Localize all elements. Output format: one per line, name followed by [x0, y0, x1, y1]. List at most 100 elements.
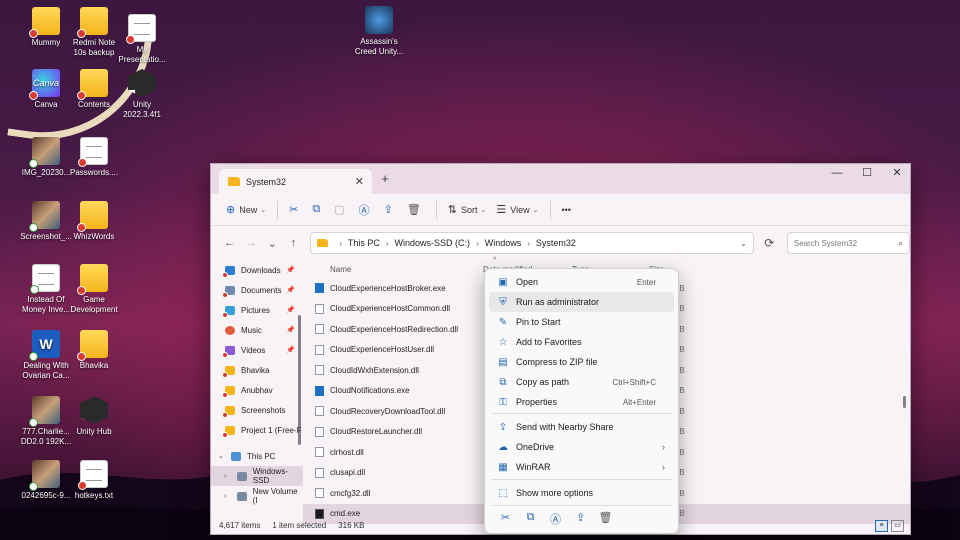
rename-icon[interactable]: Ⓐ	[543, 511, 568, 527]
sort-button[interactable]: ⇅ Sort ⌄	[443, 198, 492, 222]
copy-icon[interactable]: ⧉	[518, 511, 543, 527]
close-button[interactable]: ✕	[882, 164, 910, 184]
details-view-icon[interactable]: ≡	[875, 520, 888, 532]
nav-item-documents[interactable]: Documents 📌	[211, 280, 303, 300]
menu-item-compress-to-zip-file[interactable]: ▤ Compress to ZIP file	[489, 352, 674, 372]
forward-button[interactable]: →	[240, 237, 261, 249]
view-label: View	[510, 204, 530, 215]
back-button[interactable]: ←	[219, 237, 240, 249]
menu-icon: ☆	[498, 336, 508, 348]
breadcrumb-system32[interactable]: System32	[536, 238, 576, 248]
menu-item-open[interactable]: ▣ Open Enter	[489, 272, 674, 292]
search-input[interactable]: Search System32 ⌕	[786, 232, 910, 254]
folder-icon	[228, 177, 240, 186]
desktop-icon[interactable]: Bhavika	[61, 330, 127, 371]
file-name: CloudExperienceHostCommon.dll	[330, 304, 451, 314]
file-name: CloudExperienceHostRedirection.dll	[330, 324, 459, 334]
nav-item-project-1-free-f[interactable]: Project 1 (Free-F	[211, 420, 303, 440]
menu-item-send-with-nearby-share[interactable]: ⇪ Send with Nearby Share	[489, 417, 674, 437]
menu-item-copy-as-path[interactable]: ⧉ Copy as path Ctrl+Shift+C	[489, 372, 674, 392]
paste-button[interactable]: ▢	[329, 198, 353, 222]
desktop-icon[interactable]: Assassin's Creed Unity...	[346, 6, 412, 57]
copy-button[interactable]: ⧉	[307, 198, 329, 222]
share-button[interactable]: ⇪	[379, 198, 402, 222]
rename-button[interactable]: Ⓐ	[354, 198, 379, 222]
menu-item-run-as-administrator[interactable]: ⛨ Run as administrator	[489, 292, 674, 312]
maximize-button[interactable]: ☐	[852, 164, 882, 184]
nav-item-pictures[interactable]: Pictures 📌	[211, 300, 303, 320]
column-name[interactable]: Name	[330, 265, 351, 274]
chevron-down-icon[interactable]: ⌄	[218, 452, 224, 460]
chevron-right-icon: ›	[662, 462, 665, 472]
rename-icon: Ⓐ	[358, 204, 370, 217]
word-icon: W	[29, 330, 60, 361]
breadcrumb-windows-ssd[interactable]: Windows-SSD (C:)	[395, 238, 471, 248]
chevron-right-icon[interactable]: ›	[224, 473, 226, 480]
folder-icon	[29, 7, 60, 38]
breadcrumb-this-pc[interactable]: This PC	[348, 238, 380, 248]
menu-item-show-more-options[interactable]: ⬚ Show more options	[489, 483, 674, 503]
cut-button[interactable]: ✂	[284, 198, 307, 222]
menu-item-pin-to-start[interactable]: ✎ Pin to Start	[489, 312, 674, 332]
desktop-icon[interactable]: Passwords....	[61, 137, 127, 178]
nav-item-music[interactable]: Music 📌	[211, 320, 303, 340]
nav-item-bhavika[interactable]: Bhavika	[211, 360, 303, 380]
breadcrumb-windows[interactable]: Windows	[485, 238, 522, 248]
nav-item-windows-ssd[interactable]: › Windows-SSD	[211, 466, 303, 486]
nav-item-videos[interactable]: Videos 📌	[211, 340, 303, 360]
desktop-icon[interactable]: WhizWords	[61, 201, 127, 242]
menu-item-winrar[interactable]: ▦ WinRAR ›	[489, 457, 674, 477]
desktop-icon-label: Unity 2022.3.4f1	[123, 100, 161, 119]
clipboard-icon: ▢	[334, 204, 345, 216]
photo-icon	[29, 201, 60, 232]
cut-icon[interactable]: ✂	[493, 511, 518, 527]
desktop-icon[interactable]: Unity Hub	[61, 396, 127, 437]
address-bar[interactable]: › This PC › Windows-SSD (C:) › Windows ›…	[310, 232, 754, 254]
desktop-icon[interactable]: Game Development	[61, 264, 127, 315]
chevron-down-icon[interactable]: ⌄	[740, 239, 747, 248]
pin-icon: 📌	[286, 287, 295, 294]
trash-icon: 🗑	[406, 204, 421, 216]
trash-icon[interactable]: 🗑	[593, 511, 618, 527]
menu-shortcut: Ctrl+Shift+C	[612, 377, 656, 387]
nav-item-this-pc[interactable]: ⌄ This PC	[211, 446, 303, 466]
nav-item-downloads[interactable]: Downloads 📌	[211, 260, 303, 280]
more-options-button[interactable]: •••	[557, 198, 576, 222]
up-button[interactable]: ↑	[283, 237, 304, 249]
dll-file-icon	[315, 447, 324, 458]
sync-error-icon	[222, 371, 228, 378]
view-button[interactable]: ☰ View ⌄	[491, 198, 543, 222]
new-button[interactable]: ⊕ New ⌄	[221, 198, 271, 222]
minimize-button[interactable]: —	[822, 164, 852, 184]
fold-icon	[222, 425, 235, 438]
tab-close-icon[interactable]: ✕	[355, 175, 364, 188]
desktop-icon-label: My Presentatio...	[118, 45, 166, 64]
desktop-icon[interactable]: My Presentatio...	[109, 14, 175, 65]
nav-item-new-volume-i[interactable]: › New Volume (I	[211, 486, 303, 506]
menu-icon: ▣	[498, 276, 508, 288]
menu-item-properties[interactable]: ⚿ Properties Alt+Enter	[489, 392, 674, 412]
delete-button[interactable]: 🗑	[402, 198, 430, 222]
tab-system32[interactable]: System32 ✕	[219, 169, 372, 194]
sync-error-icon	[222, 311, 228, 318]
desktop-icon[interactable]: Unity 2022.3.4f1	[109, 69, 175, 120]
chevron-right-icon: ›	[385, 238, 389, 248]
nav-item-anubhav[interactable]: Anubhav	[211, 380, 303, 400]
file-scrollbar[interactable]	[903, 396, 906, 408]
refresh-button[interactable]: ⟳	[758, 236, 781, 250]
sync-ok-icon	[29, 352, 38, 361]
menu-item-add-to-favorites[interactable]: ☆ Add to Favorites	[489, 332, 674, 352]
desktop-icon[interactable]: hotkeys.txt	[61, 460, 127, 501]
recent-locations-button[interactable]: ⌄	[262, 237, 283, 250]
tiles-view-icon[interactable]: ▭	[891, 520, 904, 532]
toolbar-divider	[549, 200, 551, 219]
sync-error-icon	[80, 418, 86, 424]
menu-icon: ✎	[498, 316, 508, 328]
chevron-right-icon[interactable]: ›	[224, 493, 226, 500]
new-tab-button[interactable]: +	[375, 171, 395, 189]
pin-icon: 📌	[286, 347, 295, 354]
nav-item-screenshots[interactable]: Screenshots	[211, 400, 303, 420]
menu-item-onedrive[interactable]: ☁ OneDrive ›	[489, 437, 674, 457]
share-icon[interactable]: ⇪	[568, 511, 593, 527]
canva-icon: Canva	[29, 69, 60, 100]
